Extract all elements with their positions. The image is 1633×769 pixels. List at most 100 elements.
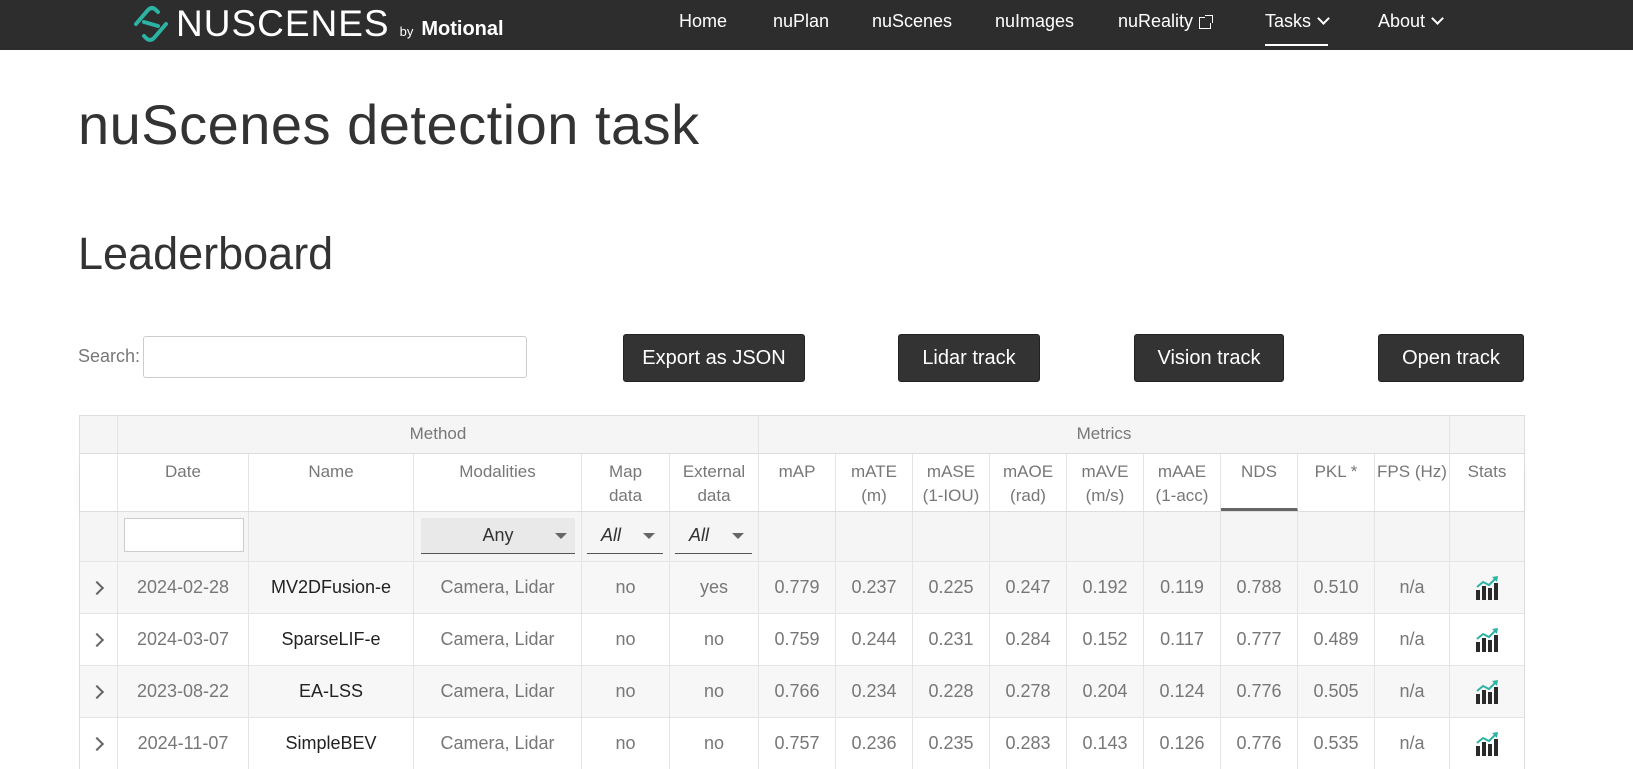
stats-chart-icon[interactable] [1475, 680, 1499, 705]
cell-pkl: 0.505 [1298, 666, 1375, 717]
header-mave-line2: (m/s) [1085, 486, 1125, 505]
cell-mase: 0.231 [913, 614, 990, 665]
external-link-icon [1199, 15, 1214, 29]
header-maae-line1: mAAE [1157, 462, 1207, 481]
filter-expander-col [80, 512, 118, 561]
cell-mase: 0.228 [913, 666, 990, 717]
stats-chart-icon[interactable] [1475, 576, 1499, 601]
chevron-right-icon [89, 684, 104, 700]
logo-by: by [399, 23, 414, 39]
header-name[interactable]: Name [249, 454, 414, 511]
cell-nds: 0.777 [1221, 614, 1298, 665]
stats-chart-icon[interactable] [1475, 628, 1499, 653]
modalities-filter-select[interactable]: Any [421, 518, 575, 554]
table-row[interactable]: 2024-03-07 SparseLIF-e Camera, Lidar no … [80, 613, 1524, 665]
chevron-down-icon [1431, 12, 1444, 25]
cell-maoe: 0.283 [990, 718, 1067, 769]
cell-modalities: Camera, Lidar [414, 614, 582, 665]
cell-stats [1450, 614, 1524, 665]
section-title: Leaderboard [78, 228, 334, 279]
caret-down-icon [643, 533, 655, 539]
nav-tasks[interactable]: Tasks [1265, 0, 1330, 46]
lidar-track-button[interactable]: Lidar track [898, 334, 1040, 382]
table-row[interactable]: 2023-08-22 EA-LSS Camera, Lidar no no 0.… [80, 665, 1524, 717]
leaderboard-table: Method Metrics Date Name Modalities Map … [79, 415, 1525, 769]
logo-brand: Motional [421, 17, 504, 40]
filter-empty-cell [836, 512, 913, 561]
date-filter-input[interactable] [124, 518, 244, 552]
cell-map: 0.759 [759, 614, 836, 665]
row-expand-button[interactable] [80, 666, 118, 717]
external-data-filter-select[interactable]: All [675, 518, 752, 554]
nav-about-label: About [1378, 11, 1426, 31]
cell-map: 0.779 [759, 562, 836, 613]
cell-pkl: 0.510 [1298, 562, 1375, 613]
header-expander [80, 454, 118, 511]
nav-nuplan[interactable]: nuPlan [773, 0, 829, 44]
cell-date: 2024-03-07 [118, 614, 249, 665]
header-nds[interactable]: NDS [1221, 454, 1298, 511]
row-expand-button[interactable] [80, 562, 118, 613]
cell-mate: 0.237 [836, 562, 913, 613]
filter-empty-cell [1450, 512, 1524, 561]
header-date[interactable]: Date [118, 454, 249, 511]
nav-nureality[interactable]: nuReality [1118, 0, 1214, 44]
logo-mark-icon [134, 6, 168, 42]
nav-tasks-label: Tasks [1265, 11, 1312, 31]
search-label: Search: [78, 346, 141, 366]
filter-empty-cell [1221, 512, 1298, 561]
top-navbar: NUSCENES by Motional Home nuPlan nuScene… [0, 0, 1633, 50]
cell-stats [1450, 718, 1524, 769]
cell-pkl: 0.535 [1298, 718, 1375, 769]
nav-home[interactable]: Home [679, 0, 727, 44]
caret-down-icon [732, 533, 744, 539]
header-mave[interactable]: mAVE (m/s) [1067, 454, 1144, 511]
cell-mate: 0.234 [836, 666, 913, 717]
cell-mave: 0.143 [1067, 718, 1144, 769]
cell-mase: 0.235 [913, 718, 990, 769]
header-external-line1: External [682, 462, 746, 481]
cell-external-data: no [670, 718, 759, 769]
cell-name: EA-LSS [249, 666, 414, 717]
cell-map-data: no [582, 562, 670, 613]
group-expander-col [80, 416, 118, 453]
group-metrics: Metrics [759, 416, 1450, 453]
map-data-filter-select[interactable]: All [587, 518, 663, 554]
header-maae[interactable]: mAAE (1-acc) [1144, 454, 1221, 511]
chevron-right-icon [89, 632, 104, 648]
cell-name: SimpleBEV [249, 718, 414, 769]
nav-about[interactable]: About [1378, 0, 1444, 44]
nav-nuimages[interactable]: nuImages [995, 0, 1074, 44]
header-stats: Stats [1467, 462, 1507, 481]
table-row[interactable]: 2024-02-28 MV2DFusion-e Camera, Lidar no… [80, 561, 1524, 613]
header-maoe[interactable]: mAOE (rad) [990, 454, 1067, 511]
nuscenes-logo[interactable]: NUSCENES by Motional [128, 2, 504, 46]
search-input[interactable] [143, 336, 527, 378]
nav-nuscenes[interactable]: nuScenes [872, 0, 952, 44]
table-row[interactable]: 2024-11-07 SimpleBEV Camera, Lidar no no… [80, 717, 1524, 769]
filter-empty-cell [1067, 512, 1144, 561]
row-expand-button[interactable] [80, 718, 118, 769]
header-mase[interactable]: mASE (1-IOU) [913, 454, 990, 511]
chevron-down-icon [1317, 12, 1330, 25]
open-track-button[interactable]: Open track [1378, 334, 1524, 382]
header-map-data[interactable]: Map data [582, 454, 670, 511]
cell-mave: 0.192 [1067, 562, 1144, 613]
cell-pkl: 0.489 [1298, 614, 1375, 665]
header-fps[interactable]: FPS (Hz) [1375, 454, 1450, 511]
header-mate[interactable]: mATE (m) [836, 454, 913, 511]
cell-external-data: no [670, 666, 759, 717]
cell-nds: 0.776 [1221, 666, 1298, 717]
cell-stats [1450, 666, 1524, 717]
modalities-filter-value: Any [482, 525, 514, 545]
export-json-button[interactable]: Export as JSON [623, 334, 805, 382]
header-pkl[interactable]: PKL * [1298, 454, 1375, 511]
cell-mave: 0.204 [1067, 666, 1144, 717]
vision-track-button[interactable]: Vision track [1134, 334, 1284, 382]
header-external-data[interactable]: External data [670, 454, 759, 511]
row-expand-button[interactable] [80, 614, 118, 665]
header-map[interactable]: mAP [759, 454, 836, 511]
filter-empty-cell [913, 512, 990, 561]
header-modalities[interactable]: Modalities [414, 454, 582, 511]
stats-chart-icon[interactable] [1475, 732, 1499, 757]
